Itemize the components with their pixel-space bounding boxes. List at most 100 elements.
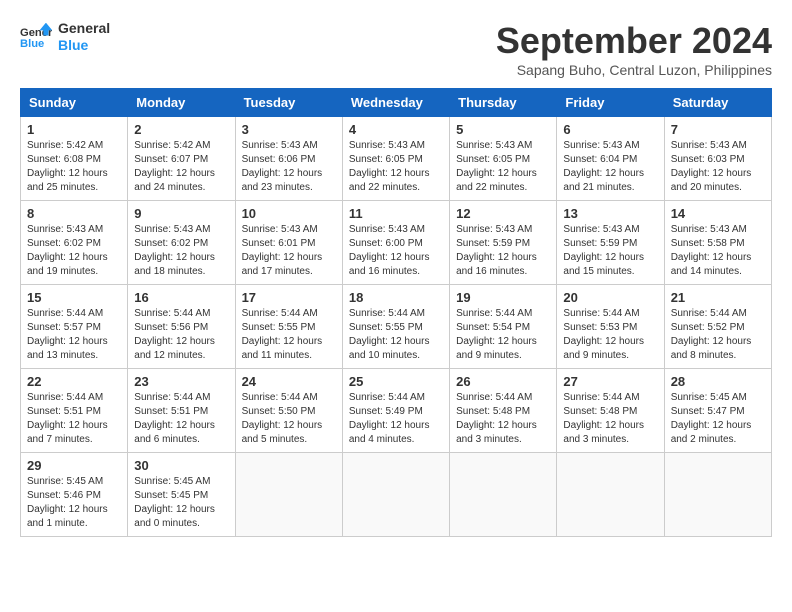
day-info: Sunrise: 5:43 AM Sunset: 6:05 PM Dayligh… bbox=[349, 139, 443, 195]
sunset-text: Sunset: 5:58 PM bbox=[671, 238, 745, 249]
calendar-day-cell: 1 Sunrise: 5:42 AM Sunset: 6:08 PM Dayli… bbox=[21, 117, 128, 201]
sunrise-text: Sunrise: 5:44 AM bbox=[27, 308, 103, 319]
day-info: Sunrise: 5:44 AM Sunset: 5:54 PM Dayligh… bbox=[456, 307, 550, 363]
sunrise-text: Sunrise: 5:44 AM bbox=[563, 308, 639, 319]
sunset-text: Sunset: 5:49 PM bbox=[349, 406, 423, 417]
calendar-day-cell bbox=[450, 453, 557, 537]
daylight-text: Daylight: 12 hours and 3 minutes. bbox=[563, 420, 644, 445]
day-info: Sunrise: 5:43 AM Sunset: 6:00 PM Dayligh… bbox=[349, 223, 443, 279]
calendar-day-cell: 30 Sunrise: 5:45 AM Sunset: 5:45 PM Dayl… bbox=[128, 453, 235, 537]
day-info: Sunrise: 5:44 AM Sunset: 5:55 PM Dayligh… bbox=[242, 307, 336, 363]
calendar-day-cell: 21 Sunrise: 5:44 AM Sunset: 5:52 PM Dayl… bbox=[664, 285, 771, 369]
day-info: Sunrise: 5:45 AM Sunset: 5:47 PM Dayligh… bbox=[671, 391, 765, 447]
sunset-text: Sunset: 5:52 PM bbox=[671, 322, 745, 333]
day-number: 18 bbox=[349, 290, 443, 305]
day-number: 4 bbox=[349, 122, 443, 137]
col-wednesday: Wednesday bbox=[342, 89, 449, 117]
calendar-day-cell: 25 Sunrise: 5:44 AM Sunset: 5:49 PM Dayl… bbox=[342, 369, 449, 453]
day-info: Sunrise: 5:44 AM Sunset: 5:51 PM Dayligh… bbox=[134, 391, 228, 447]
calendar-day-cell: 11 Sunrise: 5:43 AM Sunset: 6:00 PM Dayl… bbox=[342, 201, 449, 285]
sunset-text: Sunset: 5:56 PM bbox=[134, 322, 208, 333]
logo-text-blue: Blue bbox=[58, 37, 110, 54]
calendar-day-cell: 22 Sunrise: 5:44 AM Sunset: 5:51 PM Dayl… bbox=[21, 369, 128, 453]
daylight-text: Daylight: 12 hours and 19 minutes. bbox=[27, 252, 108, 277]
sunset-text: Sunset: 5:47 PM bbox=[671, 406, 745, 417]
sunrise-text: Sunrise: 5:44 AM bbox=[242, 392, 318, 403]
day-info: Sunrise: 5:43 AM Sunset: 5:59 PM Dayligh… bbox=[563, 223, 657, 279]
day-info: Sunrise: 5:44 AM Sunset: 5:49 PM Dayligh… bbox=[349, 391, 443, 447]
day-number: 30 bbox=[134, 458, 228, 473]
day-number: 20 bbox=[563, 290, 657, 305]
daylight-text: Daylight: 12 hours and 17 minutes. bbox=[242, 252, 323, 277]
sunrise-text: Sunrise: 5:44 AM bbox=[349, 308, 425, 319]
calendar-day-cell: 8 Sunrise: 5:43 AM Sunset: 6:02 PM Dayli… bbox=[21, 201, 128, 285]
day-number: 1 bbox=[27, 122, 121, 137]
daylight-text: Daylight: 12 hours and 0 minutes. bbox=[134, 504, 215, 529]
day-number: 19 bbox=[456, 290, 550, 305]
day-info: Sunrise: 5:43 AM Sunset: 5:59 PM Dayligh… bbox=[456, 223, 550, 279]
calendar-day-cell: 28 Sunrise: 5:45 AM Sunset: 5:47 PM Dayl… bbox=[664, 369, 771, 453]
sunset-text: Sunset: 6:07 PM bbox=[134, 154, 208, 165]
calendar-week-row: 22 Sunrise: 5:44 AM Sunset: 5:51 PM Dayl… bbox=[21, 369, 772, 453]
day-number: 29 bbox=[27, 458, 121, 473]
sunset-text: Sunset: 5:51 PM bbox=[27, 406, 101, 417]
col-monday: Monday bbox=[128, 89, 235, 117]
sunrise-text: Sunrise: 5:42 AM bbox=[27, 140, 103, 151]
sunrise-text: Sunrise: 5:43 AM bbox=[242, 224, 318, 235]
calendar-day-cell: 13 Sunrise: 5:43 AM Sunset: 5:59 PM Dayl… bbox=[557, 201, 664, 285]
day-info: Sunrise: 5:42 AM Sunset: 6:08 PM Dayligh… bbox=[27, 139, 121, 195]
day-number: 24 bbox=[242, 374, 336, 389]
daylight-text: Daylight: 12 hours and 11 minutes. bbox=[242, 336, 323, 361]
day-info: Sunrise: 5:44 AM Sunset: 5:57 PM Dayligh… bbox=[27, 307, 121, 363]
sunset-text: Sunset: 5:57 PM bbox=[27, 322, 101, 333]
logo: General Blue General Blue bbox=[20, 20, 110, 54]
daylight-text: Daylight: 12 hours and 16 minutes. bbox=[456, 252, 537, 277]
daylight-text: Daylight: 12 hours and 18 minutes. bbox=[134, 252, 215, 277]
sunrise-text: Sunrise: 5:44 AM bbox=[349, 392, 425, 403]
calendar-week-row: 29 Sunrise: 5:45 AM Sunset: 5:46 PM Dayl… bbox=[21, 453, 772, 537]
day-number: 22 bbox=[27, 374, 121, 389]
calendar-day-cell: 10 Sunrise: 5:43 AM Sunset: 6:01 PM Dayl… bbox=[235, 201, 342, 285]
sunset-text: Sunset: 5:46 PM bbox=[27, 490, 101, 501]
sunset-text: Sunset: 5:59 PM bbox=[456, 238, 530, 249]
sunrise-text: Sunrise: 5:44 AM bbox=[456, 392, 532, 403]
day-info: Sunrise: 5:44 AM Sunset: 5:52 PM Dayligh… bbox=[671, 307, 765, 363]
daylight-text: Daylight: 12 hours and 9 minutes. bbox=[563, 336, 644, 361]
day-number: 14 bbox=[671, 206, 765, 221]
day-info: Sunrise: 5:44 AM Sunset: 5:50 PM Dayligh… bbox=[242, 391, 336, 447]
daylight-text: Daylight: 12 hours and 6 minutes. bbox=[134, 420, 215, 445]
day-number: 11 bbox=[349, 206, 443, 221]
day-number: 15 bbox=[27, 290, 121, 305]
day-number: 21 bbox=[671, 290, 765, 305]
daylight-text: Daylight: 12 hours and 25 minutes. bbox=[27, 168, 108, 193]
sunset-text: Sunset: 5:48 PM bbox=[456, 406, 530, 417]
svg-text:Blue: Blue bbox=[20, 38, 44, 50]
col-friday: Friday bbox=[557, 89, 664, 117]
day-number: 10 bbox=[242, 206, 336, 221]
sunset-text: Sunset: 6:06 PM bbox=[242, 154, 316, 165]
calendar-day-cell: 3 Sunrise: 5:43 AM Sunset: 6:06 PM Dayli… bbox=[235, 117, 342, 201]
calendar-day-cell: 19 Sunrise: 5:44 AM Sunset: 5:54 PM Dayl… bbox=[450, 285, 557, 369]
col-saturday: Saturday bbox=[664, 89, 771, 117]
calendar-day-cell: 9 Sunrise: 5:43 AM Sunset: 6:02 PM Dayli… bbox=[128, 201, 235, 285]
day-info: Sunrise: 5:45 AM Sunset: 5:45 PM Dayligh… bbox=[134, 475, 228, 531]
page-header: General Blue General Blue September 2024… bbox=[20, 20, 772, 78]
calendar-day-cell: 15 Sunrise: 5:44 AM Sunset: 5:57 PM Dayl… bbox=[21, 285, 128, 369]
daylight-text: Daylight: 12 hours and 12 minutes. bbox=[134, 336, 215, 361]
calendar-header-row: Sunday Monday Tuesday Wednesday Thursday… bbox=[21, 89, 772, 117]
sunrise-text: Sunrise: 5:43 AM bbox=[563, 140, 639, 151]
day-info: Sunrise: 5:44 AM Sunset: 5:48 PM Dayligh… bbox=[456, 391, 550, 447]
calendar-day-cell: 24 Sunrise: 5:44 AM Sunset: 5:50 PM Dayl… bbox=[235, 369, 342, 453]
calendar-day-cell: 5 Sunrise: 5:43 AM Sunset: 6:05 PM Dayli… bbox=[450, 117, 557, 201]
day-info: Sunrise: 5:43 AM Sunset: 6:05 PM Dayligh… bbox=[456, 139, 550, 195]
day-info: Sunrise: 5:44 AM Sunset: 5:53 PM Dayligh… bbox=[563, 307, 657, 363]
sunset-text: Sunset: 6:04 PM bbox=[563, 154, 637, 165]
calendar-day-cell: 16 Sunrise: 5:44 AM Sunset: 5:56 PM Dayl… bbox=[128, 285, 235, 369]
sunset-text: Sunset: 5:50 PM bbox=[242, 406, 316, 417]
sunset-text: Sunset: 6:03 PM bbox=[671, 154, 745, 165]
sunrise-text: Sunrise: 5:43 AM bbox=[27, 224, 103, 235]
sunrise-text: Sunrise: 5:43 AM bbox=[242, 140, 318, 151]
daylight-text: Daylight: 12 hours and 5 minutes. bbox=[242, 420, 323, 445]
sunrise-text: Sunrise: 5:43 AM bbox=[456, 140, 532, 151]
day-number: 13 bbox=[563, 206, 657, 221]
